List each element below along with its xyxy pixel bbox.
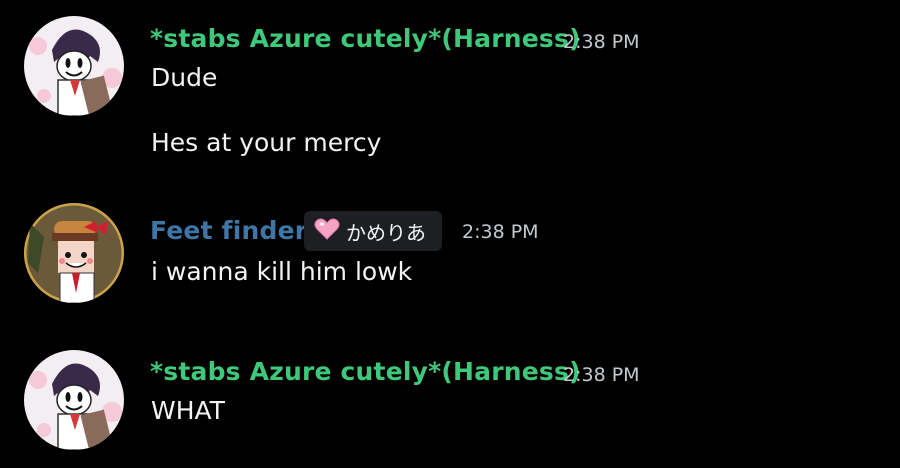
author-name[interactable]: *stabs Azure cutely*(Harness) [150, 357, 581, 387]
timestamp: 2:38 PM [563, 31, 640, 53]
message-text: i wanna kill him lowk [151, 257, 413, 286]
avatar[interactable] [24, 16, 124, 116]
timestamp: 2:38 PM [462, 221, 539, 243]
author-name[interactable]: Feet finder [150, 216, 307, 246]
user-tag-badge[interactable]: かめりあ [304, 211, 442, 251]
avatar[interactable] [24, 203, 124, 303]
author-name[interactable]: *stabs Azure cutely*(Harness) [150, 24, 581, 54]
pink-heart-icon [314, 218, 340, 244]
message-text: WHAT [151, 396, 225, 425]
avatar[interactable] [24, 350, 124, 450]
message-text: Dude [151, 63, 218, 92]
message-text: Hes at your mercy [151, 128, 382, 157]
timestamp: 2:38 PM [563, 364, 640, 386]
user-tag-text: かめりあ [346, 220, 426, 245]
